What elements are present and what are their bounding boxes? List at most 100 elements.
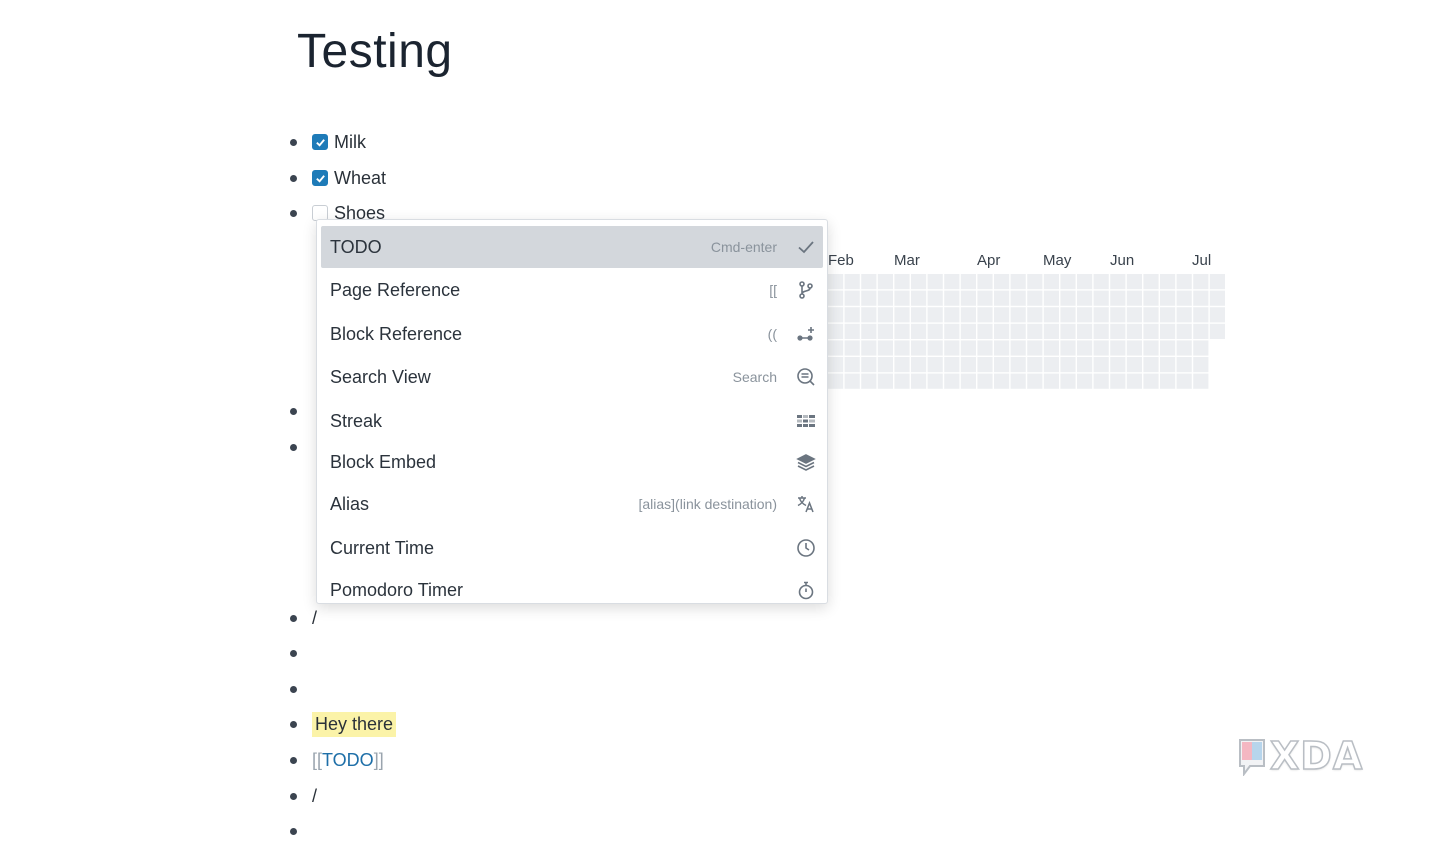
menu-item-todo[interactable]: TODO Cmd-enter	[321, 226, 823, 268]
ref-bracket-open: [[	[312, 749, 323, 770]
highlighted-text[interactable]: Hey there	[312, 711, 397, 737]
page-title[interactable]: Testing	[297, 24, 453, 79]
heatmap-cell	[1176, 274, 1192, 290]
todo-checkbox-checked[interactable]	[312, 134, 328, 150]
heatmap-cell	[1176, 307, 1192, 323]
heatmap-cell	[1093, 340, 1109, 356]
bullet-dot[interactable]	[290, 685, 297, 693]
translate-icon	[795, 493, 817, 515]
heatmap-cell	[1143, 323, 1159, 339]
block-empty-3[interactable]	[290, 816, 312, 846]
month-label: Jun	[1110, 252, 1135, 269]
heatmap-cell	[977, 307, 993, 323]
heatmap-cell	[927, 357, 943, 373]
bullet-dot[interactable]	[290, 614, 297, 622]
heatmap-cell	[1093, 290, 1109, 306]
block-empty-2[interactable]	[290, 674, 312, 704]
block-text[interactable]: /	[312, 608, 317, 629]
ref-bracket-close: ]]	[373, 749, 384, 770]
todo-checkbox-checked[interactable]	[312, 170, 328, 186]
heatmap-cell	[960, 290, 976, 306]
heatmap-cell	[1043, 290, 1059, 306]
heatmap-cell	[994, 357, 1010, 373]
heatmap-cell	[877, 373, 893, 389]
block-wheat[interactable]: Wheat	[290, 163, 386, 193]
heatmap-cell	[927, 274, 943, 290]
menu-item-alias[interactable]: Alias [alias](link destination)	[321, 483, 823, 525]
bullet-dot[interactable]	[290, 827, 297, 835]
heatmap-cell	[1110, 323, 1126, 339]
menu-item-page-reference[interactable]: Page Reference [[	[321, 269, 823, 311]
heatmap-cell	[1126, 274, 1142, 290]
heatmap-cell	[1209, 323, 1225, 339]
heatmap-cell	[1027, 323, 1043, 339]
heatmap-cell	[1027, 357, 1043, 373]
heatmap-cells	[828, 274, 1225, 389]
heatmap-cell	[1176, 323, 1192, 339]
menu-item-current-time[interactable]: Current Time	[321, 527, 823, 569]
bullet-dot[interactable]	[290, 174, 297, 182]
block-text[interactable]: /	[312, 786, 317, 807]
heatmap-cell	[977, 274, 993, 290]
menu-item-streak[interactable]: Streak	[321, 400, 823, 442]
heatmap-cell	[911, 290, 927, 306]
block-slash-2[interactable]: /	[290, 781, 317, 811]
block-text[interactable]: Milk	[334, 132, 366, 153]
heatmap-cell	[994, 373, 1010, 389]
heatmap-cell	[1126, 323, 1142, 339]
block-hidden-2[interactable]	[290, 432, 312, 462]
heatmap-cell	[1027, 274, 1043, 290]
menu-item-label: Block Reference	[330, 323, 463, 344]
heatmap-cell	[1143, 373, 1159, 389]
heatmap-cell	[828, 274, 844, 290]
bullet-dot[interactable]	[290, 407, 297, 415]
heatmap-cell	[1176, 357, 1192, 373]
heatmap-cell	[1010, 274, 1026, 290]
heatmap-cell	[927, 340, 943, 356]
menu-item-search-view[interactable]: Search View Search	[321, 356, 823, 398]
heatmap-cell	[994, 307, 1010, 323]
heatmap-cell	[894, 340, 910, 356]
heatmap-cell	[1060, 373, 1076, 389]
heatmap-cell	[1160, 357, 1176, 373]
page-ref-link[interactable]: TODO	[322, 750, 374, 771]
menu-item-label: Search View	[330, 366, 431, 387]
heatmap-cell	[1110, 357, 1126, 373]
block-hey-there[interactable]: Hey there	[290, 709, 397, 739]
heatmap-cell	[944, 357, 960, 373]
slash-command-menu: TODO Cmd-enter Page Reference [[ Block R…	[316, 219, 828, 604]
heatmap-cell	[1093, 357, 1109, 373]
heatmap-cell	[944, 307, 960, 323]
menu-item-shortcut: [alias](link destination)	[638, 496, 777, 512]
heatmap-cell	[1160, 290, 1176, 306]
heatmap-cell	[894, 323, 910, 339]
menu-item-shortcut: ((	[767, 326, 777, 342]
menu-item-label: Block Embed	[330, 451, 437, 472]
heatmap-cell	[944, 373, 960, 389]
month-label: Mar	[894, 252, 920, 269]
heatmap-cell	[828, 323, 844, 339]
block-milk[interactable]: Milk	[290, 127, 366, 157]
heatmap-cell	[1010, 290, 1026, 306]
menu-item-block-embed[interactable]: Block Embed	[321, 441, 823, 483]
xda-logo-icon	[1239, 739, 1265, 776]
block-slash-1[interactable]: /	[290, 603, 317, 633]
bullet-dot[interactable]	[290, 792, 297, 800]
heatmap-grid	[828, 274, 1228, 392]
bullet-dot[interactable]	[290, 443, 297, 451]
bullet-dot[interactable]	[290, 209, 297, 217]
menu-item-block-reference[interactable]: Block Reference ((	[321, 313, 823, 355]
block-empty-1[interactable]	[290, 638, 312, 668]
bullet-dot[interactable]	[290, 756, 297, 764]
heatmap-cell	[844, 373, 860, 389]
block-text[interactable]: Wheat	[334, 168, 386, 189]
heatmap-cell	[1193, 274, 1209, 290]
block-hidden-1[interactable]	[290, 396, 312, 426]
bullet-dot[interactable]	[290, 720, 297, 728]
bullet-dot[interactable]	[290, 138, 297, 146]
heatmap-cell	[1010, 373, 1026, 389]
bullet-dot[interactable]	[290, 649, 297, 657]
heatmap-cell	[844, 323, 860, 339]
block-page-ref[interactable]: [[TODO]]	[290, 745, 384, 775]
menu-item-pomodoro-timer[interactable]: Pomodoro Timer	[321, 569, 823, 603]
